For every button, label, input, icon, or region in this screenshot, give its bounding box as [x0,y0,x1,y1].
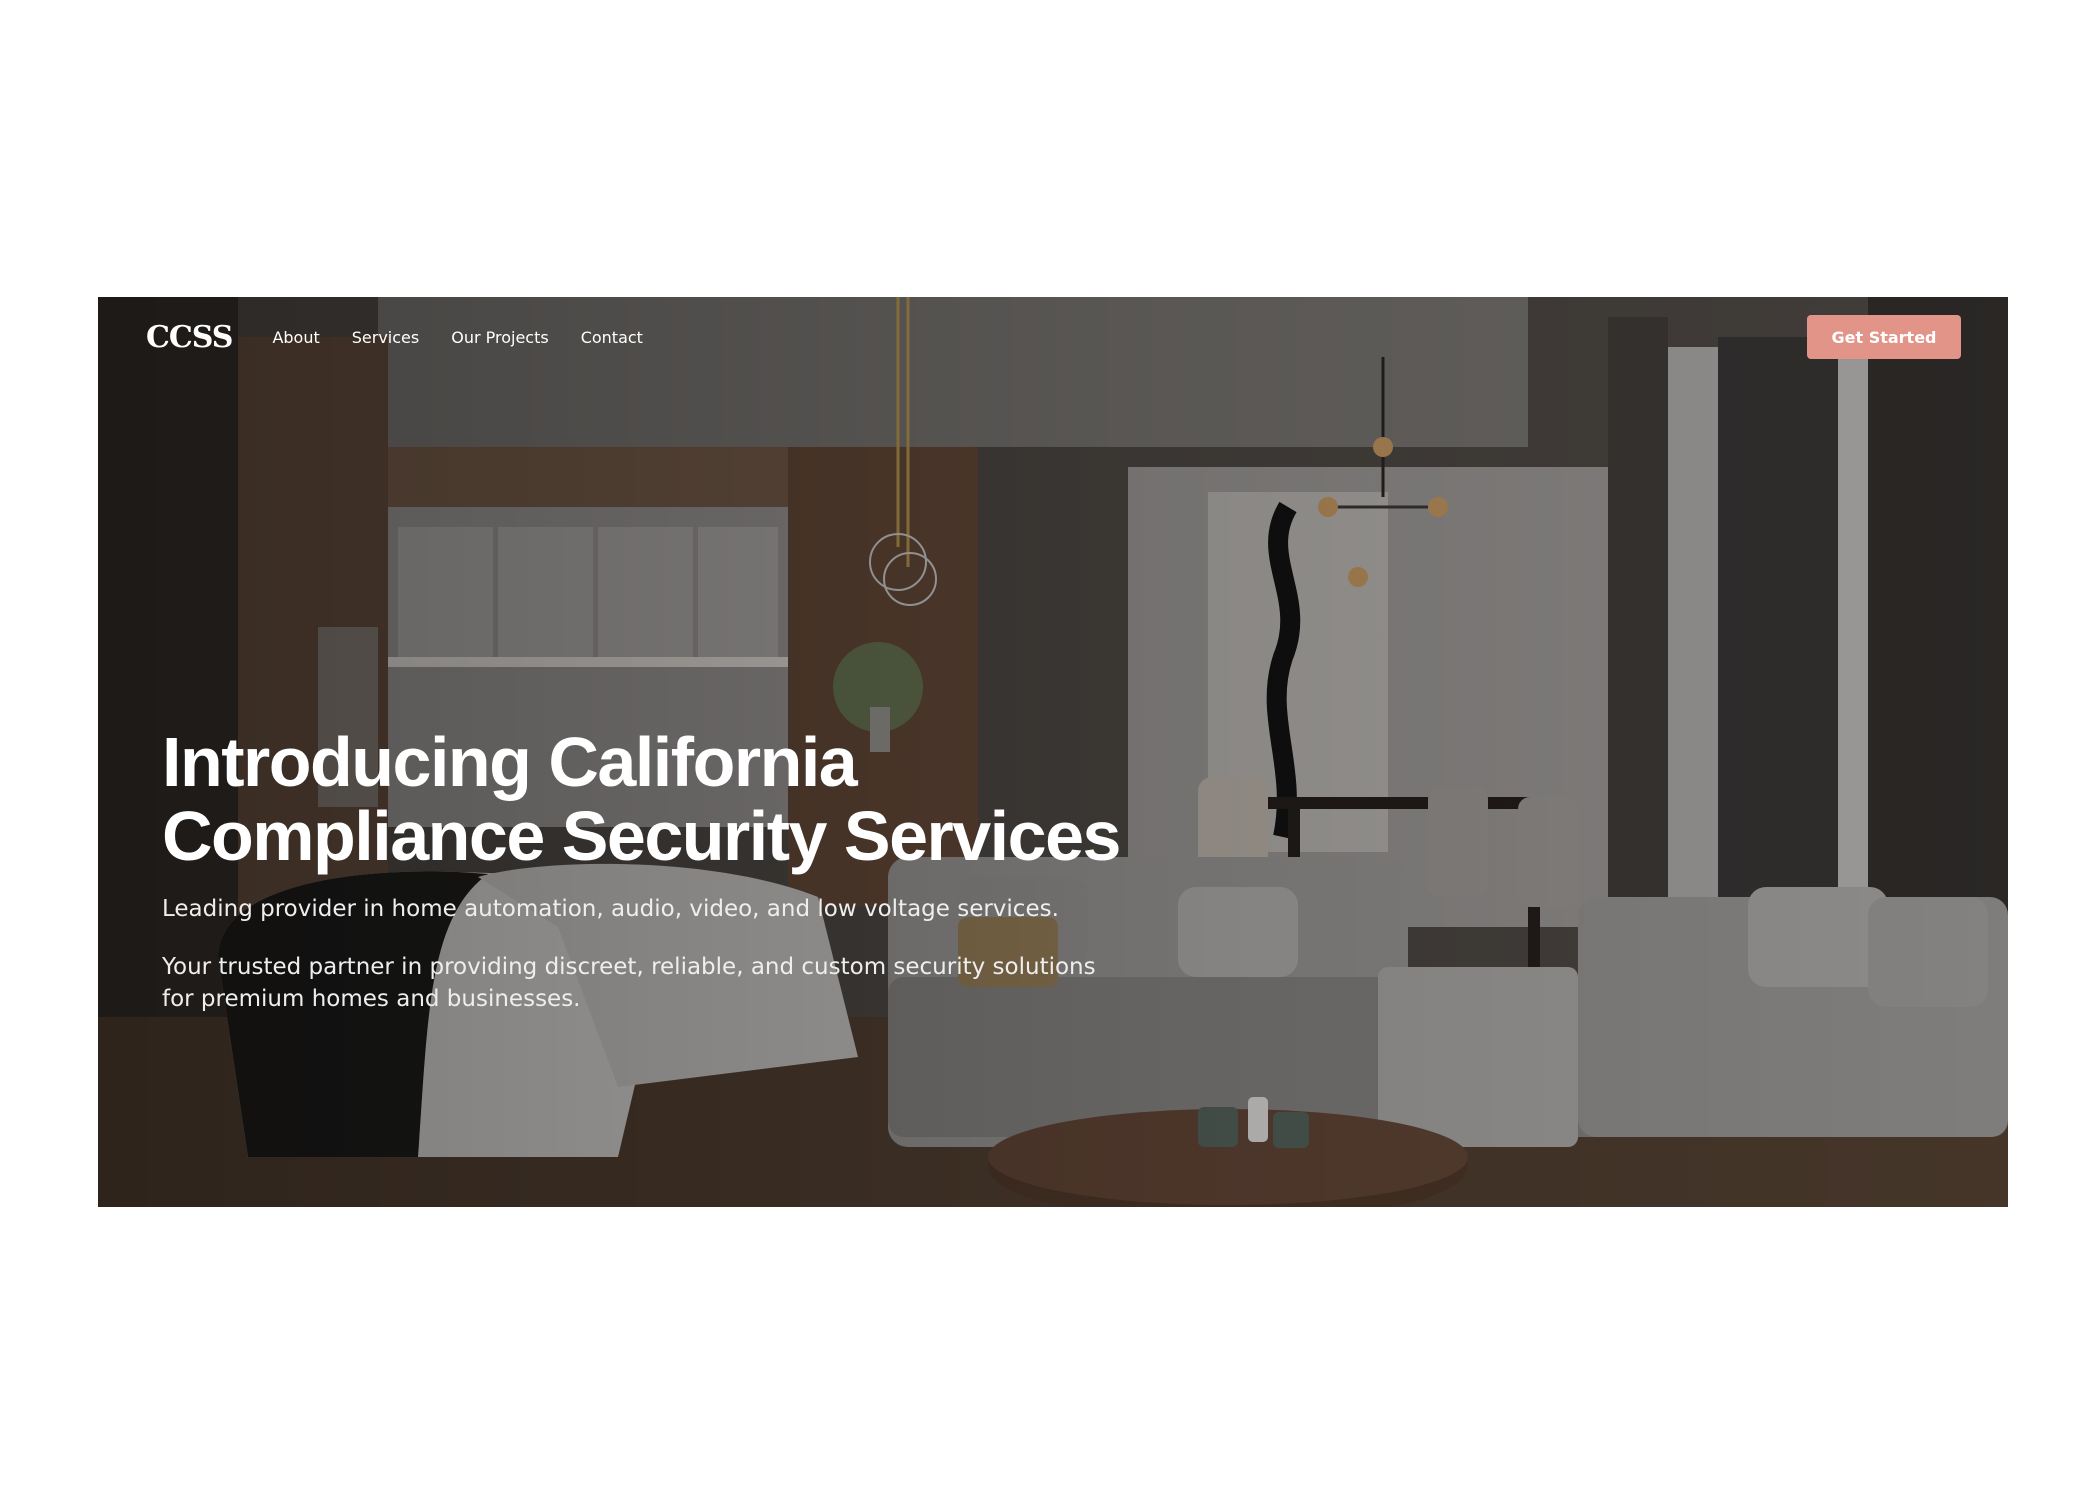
hero-description: Your trusted partner in providing discre… [162,954,1096,1012]
nav-menu: About Services Our Projects Contact [272,328,643,347]
top-navigation: CCSS About Services Our Projects Contact… [146,315,1961,359]
hero-headline: Introducing California Compliance Securi… [162,725,1212,873]
ccss-logo[interactable]: CCSS [146,320,233,355]
get-started-button[interactable]: Get Started [1807,315,1961,359]
hero-headline-line-1: Introducing California [162,723,858,801]
nav-link-services[interactable]: Services [352,328,419,347]
nav-link-about[interactable]: About [272,328,319,347]
nav-link-our-projects[interactable]: Our Projects [451,328,548,347]
hero-section: CCSS About Services Our Projects Contact… [98,297,2008,1207]
hero-headline-line-2: Compliance Security Services [162,797,1121,875]
nav-link-contact[interactable]: Contact [581,328,643,347]
hero-subheading: Leading provider in home automation, aud… [162,896,1059,922]
hero-content: Introducing California Compliance Securi… [162,725,1212,1015]
